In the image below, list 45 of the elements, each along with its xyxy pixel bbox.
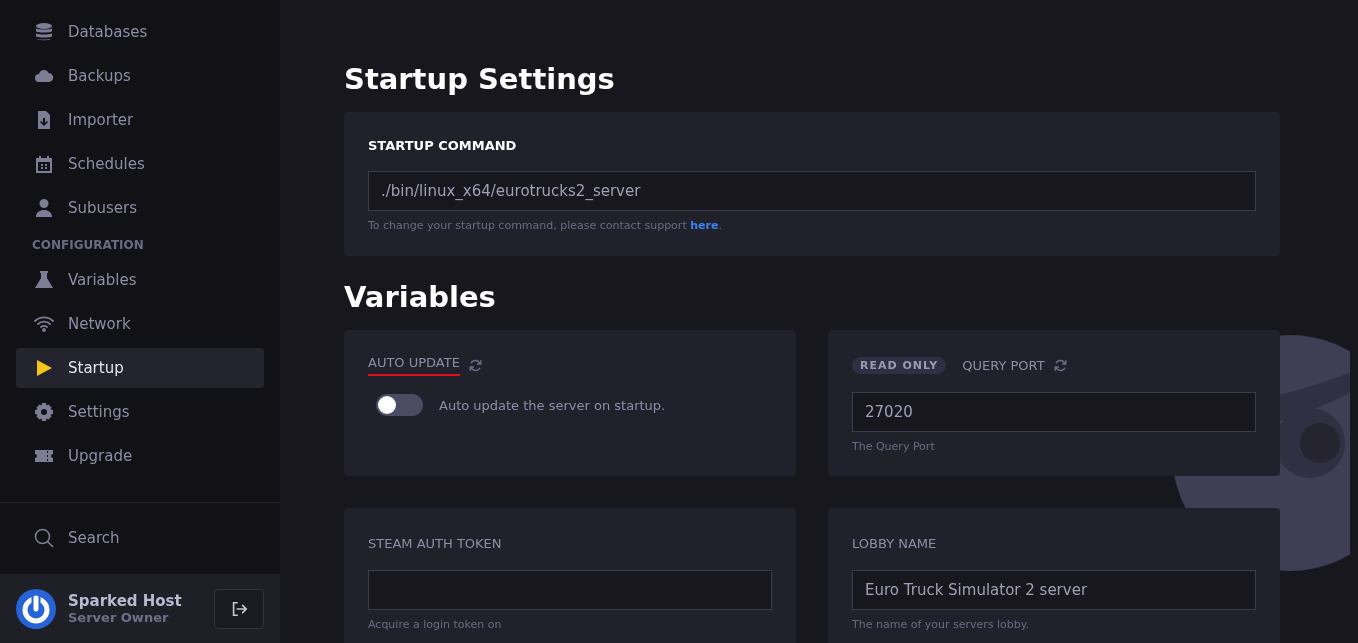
help-text: Acquire a login token on <box>368 618 503 631</box>
refresh-icon[interactable] <box>467 357 483 373</box>
input-field[interactable]: Euro Truck Simulator 2 server <box>852 570 1256 610</box>
sidebar-item[interactable]: Importer <box>16 100 264 140</box>
gear-icon <box>34 402 54 422</box>
sidebar-item[interactable]: Startup <box>16 348 264 388</box>
flask-icon <box>34 270 54 290</box>
page-title: Startup Settings <box>344 62 616 96</box>
field-label: STEAM AUTH TOKEN <box>368 535 502 551</box>
input-field[interactable]: 27020 <box>852 392 1256 432</box>
sidebar-item[interactable]: Subusers <box>16 188 264 228</box>
help-text: The name of your servers lobby. <box>852 618 1031 631</box>
field-label: QUERY PORT <box>962 357 1045 373</box>
user-name: Sparked Host <box>68 592 183 610</box>
toggle-switch[interactable] <box>376 394 423 416</box>
help-text: To change your startup command, please contact support here. <box>368 219 722 232</box>
search-button[interactable]: Search <box>0 503 280 573</box>
sidebar-item[interactable]: Backups <box>16 56 264 96</box>
sidebar-item[interactable]: Variables <box>16 260 264 300</box>
input-field[interactable] <box>368 570 772 610</box>
section-title: Variables <box>344 280 497 314</box>
logout-icon <box>230 599 248 618</box>
section-heading: CONFIGURATION <box>31 237 145 254</box>
database-icon <box>34 22 54 42</box>
field-label: AUTO UPDATE <box>368 354 460 376</box>
search-icon <box>34 528 54 548</box>
read-only-badge: READ ONLY <box>852 356 947 374</box>
calendar-icon <box>34 154 54 174</box>
sidebar-item[interactable]: Network <box>16 304 264 344</box>
input-field[interactable]: ./bin/linux_x64/eurotrucks2_server <box>368 171 1256 211</box>
sidebar-item[interactable]: Databases <box>16 12 264 52</box>
power-logo-icon <box>16 588 56 629</box>
field-label: LOBBY NAME <box>852 535 937 551</box>
wifi-icon <box>34 314 54 334</box>
user-role: Server Owner <box>68 610 170 625</box>
toggle-label: Auto update the server on startup. <box>439 397 666 413</box>
sidebar-item[interactable]: Schedules <box>16 144 264 184</box>
field-label: STARTUP COMMAND <box>368 138 518 153</box>
logout-button[interactable] <box>214 588 264 629</box>
play-icon <box>34 358 54 378</box>
help-text: The Query Port <box>852 440 936 453</box>
sidebar-item[interactable]: Settings <box>16 392 264 432</box>
user-icon <box>34 198 54 218</box>
refresh-icon[interactable] <box>1052 357 1068 373</box>
sidebar-item[interactable]: Upgrade <box>16 436 264 476</box>
